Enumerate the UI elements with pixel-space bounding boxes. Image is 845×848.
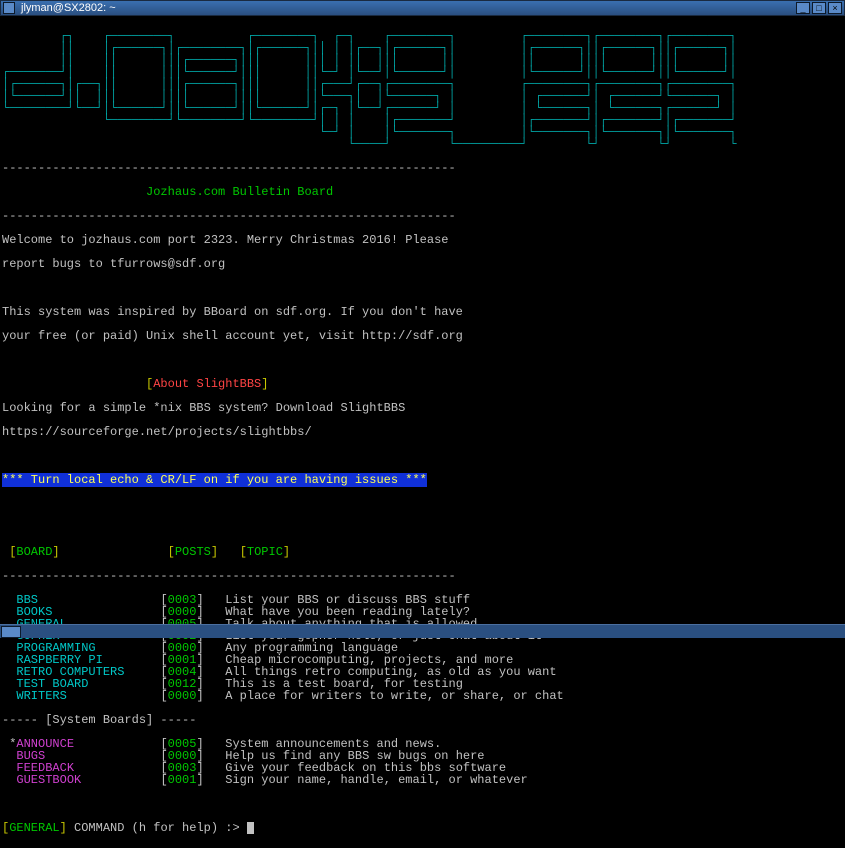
inspired-line-1: This system was inspired by BBoard on sd… [2,306,843,318]
board-name: GUESTBOOK [16,773,160,787]
ascii-logo: ┌┐ ┌────────┐ ┌────────┐ ┌─┐ ┌────────┐ … [2,30,843,150]
window-titlebar: jlyman@SX2802: ~ _ □ × [0,0,845,16]
col-posts: POSTS [175,545,211,559]
prompt-row[interactable]: [GENERAL] COMMAND (h for help) :> [2,822,843,834]
new-indicator [9,773,16,787]
board-topic: A place for writers to write, or share, … [225,689,563,703]
minimize-button[interactable]: _ [796,2,810,14]
taskbar [0,624,845,638]
prompt-board: GENERAL [9,821,59,835]
divider-top: ----------------------------------------… [2,162,843,174]
about-header: [About SlightBBS] [2,378,843,390]
board-topic: Sign your name, handle, email, or whatev… [225,773,527,787]
system-divider: ----- [System Boards] ----- [2,714,843,726]
taskbar-button[interactable] [1,626,21,638]
maximize-button[interactable]: □ [812,2,826,14]
system-board-row[interactable]: GUESTBOOK [0001] Sign your name, handle,… [2,774,843,786]
column-headers: [BOARD] [POSTS] [TOPIC] [2,546,843,558]
board-name: TEST BOARD [16,678,160,690]
system-menu-icon[interactable] [3,2,15,14]
board-name: RASPBERRY PI [16,654,160,666]
header-row: Jozhaus.com Bulletin Board [2,186,843,198]
col-board: BOARD [16,545,52,559]
terminal[interactable]: ┌┐ ┌────────┐ ┌────────┐ ┌─┐ ┌────────┐ … [0,16,845,848]
window-title: jlyman@SX2802: ~ [21,3,796,14]
bbs-title: Jozhaus.com Bulletin Board [146,185,333,199]
board-name: PROGRAMMING [16,642,160,654]
board-row[interactable]: WRITERS [0000] A place for writers to wr… [2,690,843,702]
cursor [247,822,254,834]
board-name: WRITERS [16,690,160,702]
welcome-line-2: report bugs to tfurrows@sdf.org [2,258,843,270]
inspired-line-2: your free (or paid) Unix shell account y… [2,330,843,342]
board-name: RETRO COMPUTERS [16,666,160,678]
about-body-1: Looking for a simple *nix BBS system? Do… [2,402,843,414]
welcome-line-1: Welcome to jozhaus.com port 2323. Merry … [2,234,843,246]
close-button[interactable]: × [828,2,842,14]
col-topic: TOPIC [247,545,283,559]
about-body-2: https://sourceforge.net/projects/slightb… [2,426,843,438]
board-posts: 0001 [168,773,197,787]
echo-notice-row: *** Turn local echo & CR/LF on if you ar… [2,474,843,486]
about-label: About SlightBBS [153,377,261,391]
prompt-text: COMMAND (h for help) :> [74,821,247,835]
board-posts: 0000 [168,689,197,703]
divider-bottom: ----------------------------------------… [2,210,843,222]
col-divider: ----------------------------------------… [2,570,843,582]
echo-notice: *** Turn local echo & CR/LF on if you ar… [2,473,427,487]
